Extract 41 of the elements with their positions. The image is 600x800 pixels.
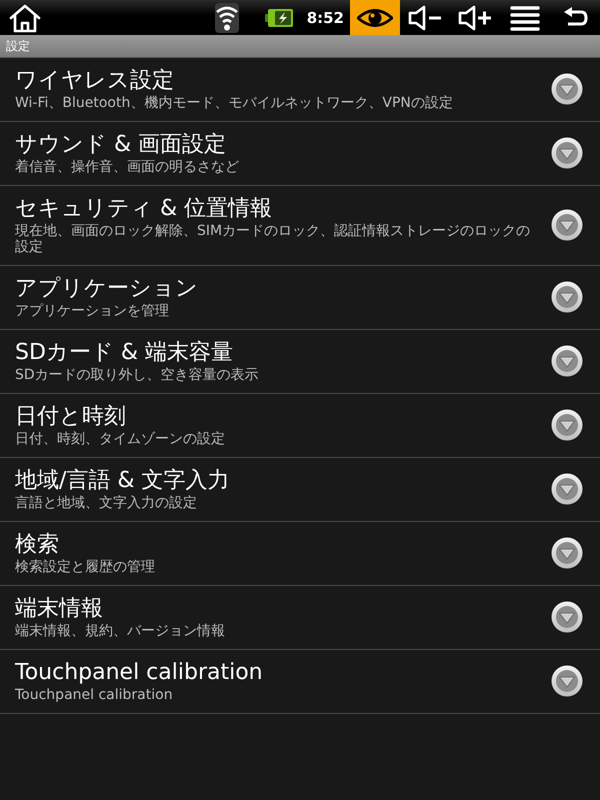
item-title: SDカード & 端末容量 xyxy=(15,339,234,367)
volume-up-icon xyxy=(458,4,492,30)
item-summary: Wi-Fi、Bluetooth、機内モード、モバイルネットワーク、VPNの設定 xyxy=(15,95,454,111)
settings-item[interactable]: Touchpanel calibration Touchpanel calibration xyxy=(0,650,600,714)
item-title: アプリケーション xyxy=(15,275,199,303)
item-title: 地域/言語 & 文字入力 xyxy=(15,467,231,495)
settings-item[interactable]: 日付と時刻 日付、時刻、タイムゾーンの設定 xyxy=(0,394,600,458)
settings-item[interactable]: サウンド & 画面設定 着信音、操作音、画面の明るさなど xyxy=(0,122,600,186)
item-title: 日付と時刻 xyxy=(15,403,127,431)
settings-item[interactable]: アプリケーション アプリケーションを管理 xyxy=(0,266,600,330)
settings-item[interactable]: セキュリティ & 位置情報 現在地、画面のロック解除、SIMカードのロック、認証情報ストレージのロックの設定 xyxy=(0,186,600,266)
item-summary: Touchpanel calibration xyxy=(15,687,174,703)
item-summary: 日付、時刻、タイムゾーンの設定 xyxy=(15,431,226,447)
item-summary: 端末情報、規約、バージョン情報 xyxy=(15,623,226,639)
eye-button[interactable] xyxy=(350,0,400,35)
item-summary: 言語と地域、文字入力の設定 xyxy=(15,495,198,511)
item-summary: 着信音、操作音、画面の明るさなど xyxy=(15,159,240,175)
settings-item[interactable]: 検索 検索設定と履歴の管理 xyxy=(0,522,600,586)
screen-title: 設定 xyxy=(6,38,30,54)
clock-time: 8:52 xyxy=(306,8,344,26)
item-title: 検索 xyxy=(15,531,60,559)
item-title: Touchpanel calibration xyxy=(15,659,264,687)
item-summary: 現在地、画面のロック解除、SIMカードのロック、認証情報ストレージのロックの設定 xyxy=(15,223,532,255)
item-summary: 検索設定と履歴の管理 xyxy=(15,559,156,575)
item-title: ワイヤレス設定 xyxy=(15,67,175,95)
settings-item[interactable]: ワイヤレス設定 Wi-Fi、Bluetooth、機内モード、モバイルネットワーク、VPNの設定 xyxy=(0,58,600,122)
battery-charging-icon xyxy=(264,8,293,28)
item-title: 端末情報 xyxy=(15,595,104,623)
home-icon xyxy=(8,2,42,32)
settings-item[interactable]: SDカード & 端末容量 SDカードの取り外し、空き容量の表示 xyxy=(0,330,600,394)
item-title: セキュリティ & 位置情報 xyxy=(15,195,274,223)
back-arrow-icon xyxy=(562,6,588,28)
menu-icon xyxy=(510,4,540,30)
settings-item[interactable]: 地域/言語 & 文字入力 言語と地域、文字入力の設定 xyxy=(0,458,600,522)
item-summary: アプリケーションを管理 xyxy=(15,303,170,319)
wifi-icon xyxy=(214,2,239,32)
volume-down-icon xyxy=(408,4,442,30)
item-summary: SDカードの取り外し、空き容量の表示 xyxy=(15,367,260,383)
settings-item[interactable]: 端末情報 端末情報、規約、バージョン情報 xyxy=(0,586,600,650)
eye-icon xyxy=(357,6,393,28)
item-title: サウンド & 画面設定 xyxy=(15,131,228,159)
